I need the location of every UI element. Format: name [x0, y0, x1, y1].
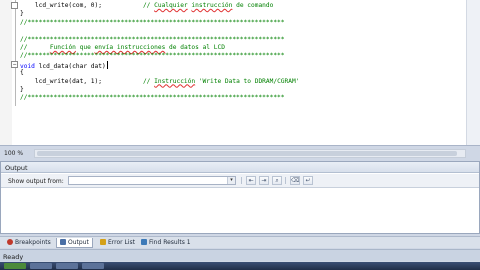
tab-output[interactable]: Output — [56, 238, 93, 248]
code-line[interactable]: { — [20, 69, 299, 77]
code-token: Instrucción — [154, 77, 196, 85]
code-line[interactable]: lcd_write(dat, 1); // Instrucción 'Write… — [20, 77, 300, 86]
goto-next-icon[interactable]: ⇥ — [259, 176, 269, 185]
ide-window: − lcd_write(com, 0); // Cualquier instru… — [0, 0, 480, 270]
goto-previous-icon[interactable]: ⇤ — [246, 176, 256, 185]
find-results-icon — [141, 239, 147, 245]
output-panel: Output Show output from: ▾ ⇤ ⇥ ⌕ ⌫ ↵ — [0, 161, 480, 234]
code-token: // — [20, 43, 50, 51]
code-line[interactable]: } — [20, 10, 299, 18]
code-token: Cualquier — [154, 2, 188, 9]
outline-guide — [15, 0, 16, 106]
fold-toggle-icon[interactable] — [11, 2, 18, 9]
code-token: // — [142, 2, 155, 9]
code-token: //**************************************… — [20, 18, 285, 26]
code-token: envía instrucciones — [94, 43, 166, 51]
code-token: //**************************************… — [20, 94, 285, 102]
output-icon — [60, 239, 66, 245]
code-token: } — [20, 85, 24, 93]
tab-find-results-1[interactable]: Find Results 1 — [138, 238, 194, 248]
chevron-down-icon[interactable]: ▾ — [227, 177, 235, 184]
code-token: Función — [49, 43, 76, 51]
show-output-from-label: Show output from: — [8, 178, 64, 185]
text-caret — [106, 60, 108, 69]
code-line[interactable]: void lcd_data(char dat) — [20, 60, 299, 70]
toolbar-separator — [241, 177, 242, 184]
scroll-thumb[interactable] — [37, 151, 457, 156]
code-text[interactable]: lcd_write(com, 0); // Cualquier instrucc… — [20, 2, 299, 103]
tab-label: Breakpoints — [15, 239, 51, 246]
code-line[interactable]: //**************************************… — [20, 94, 299, 102]
code-line[interactable]: //**************************************… — [20, 52, 299, 60]
code-token: { — [20, 69, 24, 77]
tool-window-tabs: Breakpoints Output Error List Find Resul… — [0, 236, 480, 248]
output-title: Output — [5, 164, 28, 172]
fold-toggle-icon[interactable]: − — [11, 61, 18, 68]
code-token: // — [142, 77, 155, 85]
error-list-icon — [100, 239, 106, 245]
taskbar-app-icon[interactable] — [82, 263, 104, 269]
clear-all-icon[interactable]: ⌫ — [290, 176, 300, 185]
horizontal-scrollbar[interactable] — [34, 149, 466, 158]
tab-label: Find Results 1 — [149, 239, 191, 246]
code-line[interactable] — [20, 27, 299, 35]
taskbar-app-icon[interactable] — [30, 263, 52, 269]
show-output-from-select[interactable]: ▾ — [68, 176, 236, 185]
vertical-scrollbar[interactable] — [466, 0, 480, 145]
code-token: lcd_write(com, 0); — [20, 2, 143, 9]
code-editor[interactable]: − lcd_write(com, 0); // Cualquier instru… — [0, 0, 480, 146]
toolbar-separator — [285, 177, 286, 184]
code-line[interactable]: //**************************************… — [20, 19, 299, 27]
tab-label: Output — [68, 239, 89, 246]
tab-breakpoints[interactable]: Breakpoints — [4, 238, 54, 248]
taskbar-app-icon[interactable] — [56, 263, 78, 269]
output-toolbar: Show output from: ▾ ⇤ ⇥ ⌕ ⌫ ↵ — [1, 174, 479, 188]
code-token: lcd_write(dat, 1); — [20, 77, 143, 85]
code-token: instrucción — [191, 2, 233, 9]
code-token: 'Write Data to DDRAM/CGRAM' — [195, 77, 300, 85]
tab-label: Error List — [108, 239, 136, 246]
find-icon[interactable]: ⌕ — [272, 176, 282, 185]
editor-margin — [0, 0, 12, 145]
tab-error-list[interactable]: Error List — [97, 238, 138, 248]
code-line[interactable]: //**************************************… — [20, 36, 299, 44]
code-token: //**************************************… — [20, 35, 285, 43]
code-token: de datos al LCD — [165, 43, 225, 51]
code-token: de comando — [232, 2, 274, 9]
zoom-level[interactable]: 100 % — [4, 150, 23, 157]
os-taskbar — [0, 262, 480, 270]
start-icon[interactable] — [4, 263, 26, 269]
breakpoints-icon — [7, 239, 13, 245]
status-text: Ready — [3, 253, 24, 261]
code-token: que — [75, 43, 95, 51]
status-bar: Ready — [0, 249, 480, 261]
code-line[interactable]: } — [20, 86, 299, 94]
output-titlebar: Output — [1, 162, 479, 173]
code-line[interactable]: lcd_write(com, 0); // Cualquier instrucc… — [20, 2, 299, 10]
word-wrap-icon[interactable]: ↵ — [303, 176, 313, 185]
code-token: } — [20, 10, 24, 18]
code-token: //**************************************… — [20, 52, 285, 60]
code-line[interactable]: // Función que envía instrucciones de da… — [20, 44, 299, 52]
